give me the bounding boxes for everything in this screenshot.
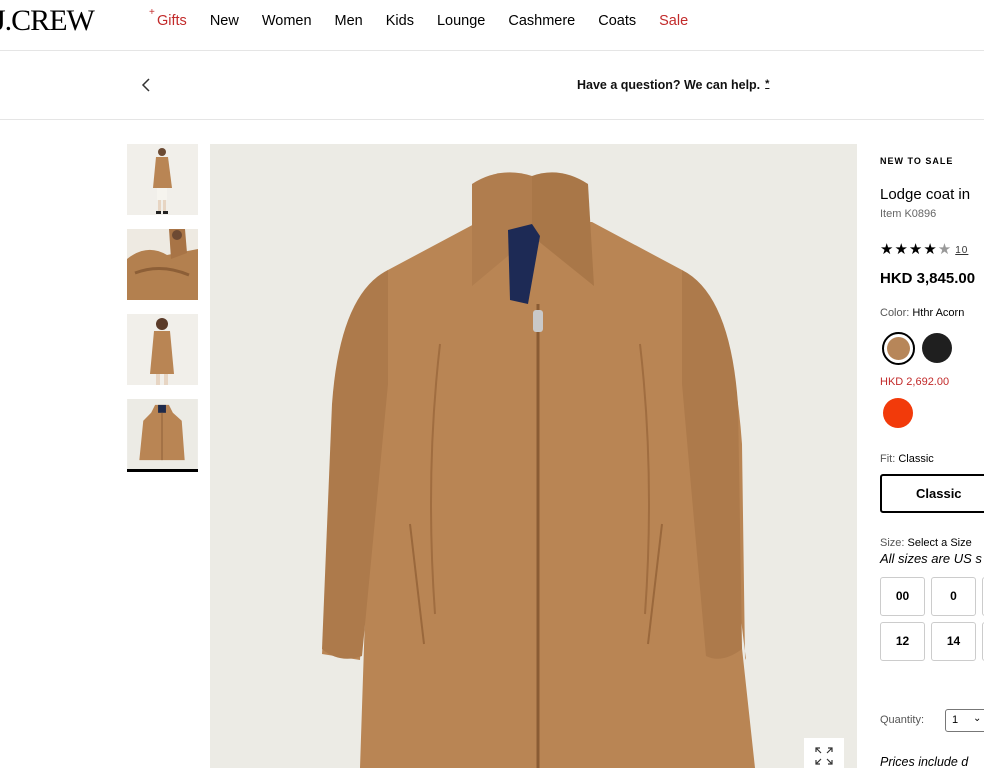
help-link[interactable]: Have a question? We can help. *: [577, 78, 769, 92]
top-navigation: J.CREW + Gifts New Women Men Kids Lounge …: [0, 0, 984, 51]
expand-icon: [815, 747, 833, 765]
thumbnail-list: [127, 144, 198, 486]
nav-item-new[interactable]: New: [210, 13, 239, 29]
plus-icon: +: [149, 7, 155, 18]
swatch-color: [887, 337, 910, 360]
star-icons: ★★★★: [880, 241, 938, 258]
size-row: Size: Select a Size: [880, 537, 972, 549]
product-price: HKD 3,845.00: [880, 270, 976, 287]
size-14-button[interactable]: 14: [931, 622, 976, 661]
nav-item-men[interactable]: Men: [335, 13, 363, 29]
swatch-red[interactable]: [883, 398, 913, 428]
quantity-value: 1: [952, 714, 959, 726]
thumbnail-1[interactable]: [127, 144, 198, 215]
nav-item-gifts[interactable]: + Gifts: [148, 7, 187, 29]
review-count[interactable]: 10: [955, 245, 968, 256]
size-0-button[interactable]: 0: [931, 577, 976, 616]
chevron-down-icon: ⌄: [973, 713, 982, 724]
thumbnail-image-model-front: [127, 144, 198, 215]
help-text: Have a question? We can help.: [577, 78, 761, 92]
fit-row: Fit: Classic: [880, 453, 934, 465]
thumbnail-image-flat: [127, 399, 198, 469]
nav-item-sale[interactable]: Sale: [659, 13, 688, 29]
color-label: Color:: [880, 307, 910, 319]
swatch-black[interactable]: [922, 333, 952, 363]
size-label: Size:: [880, 537, 905, 549]
prices-note: Prices include d: [880, 755, 969, 768]
nav-item-women[interactable]: Women: [262, 13, 312, 29]
thumbnail-2[interactable]: [127, 229, 198, 300]
thumbnail-image-detail: [127, 229, 198, 300]
product-title: Lodge coat in: [880, 186, 971, 203]
nav-item-coats[interactable]: Coats: [598, 13, 636, 29]
color-row: Color: Hthr Acorn: [880, 307, 964, 319]
rating-stars[interactable]: ★★★★★ 10: [880, 240, 968, 258]
swatch-hthr-acorn[interactable]: [882, 332, 915, 365]
new-to-sale-badge: NEW TO SALE: [880, 156, 954, 166]
sale-price: HKD 2,692.00: [880, 376, 950, 388]
thumbnail-image-model-back: [127, 314, 198, 385]
quantity-label: Quantity:: [880, 714, 925, 726]
thumbnail-4[interactable]: [127, 399, 198, 472]
help-bar: Have a question? We can help. *: [0, 51, 984, 120]
size-value: Select a Size: [907, 537, 972, 549]
fit-label: Fit:: [880, 453, 896, 465]
fit-classic-button[interactable]: Classic: [880, 474, 984, 513]
nav-item-label: Gifts: [157, 13, 187, 29]
jcrew-logo[interactable]: J.CREW: [0, 4, 95, 38]
size-00-button[interactable]: 00: [880, 577, 925, 616]
half-star-icon: ★: [937, 241, 953, 258]
color-value: Hthr Acorn: [912, 307, 965, 319]
main-nav: + Gifts New Women Men Kids Lounge Cashmer…: [148, 7, 711, 29]
help-marker: *: [765, 78, 770, 90]
size-12-button[interactable]: 12: [880, 622, 925, 661]
main-product-image[interactable]: [210, 144, 857, 768]
nav-item-cashmere[interactable]: Cashmere: [508, 13, 575, 29]
chevron-left-icon[interactable]: [140, 77, 152, 93]
nav-item-lounge[interactable]: Lounge: [437, 13, 485, 29]
item-number: Item K0896: [880, 208, 937, 220]
quantity-select[interactable]: 1 ⌄: [945, 709, 984, 732]
coat-image: [210, 144, 857, 768]
thumbnail-3[interactable]: [127, 314, 198, 385]
size-note: All sizes are US s: [880, 551, 982, 566]
fit-value: Classic: [898, 453, 934, 465]
expand-image-button[interactable]: [804, 738, 844, 768]
nav-item-kids[interactable]: Kids: [386, 13, 414, 29]
